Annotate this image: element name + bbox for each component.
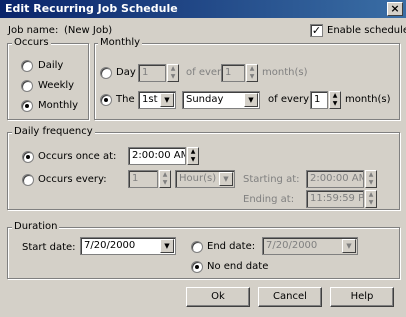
occurs-daily-label: Daily — [38, 60, 64, 71]
monthly-the-months-value[interactable]: 1 — [310, 91, 328, 109]
close-button[interactable]: × — [387, 2, 403, 16]
occurs-every-spinner[interactable]: ▲ ▼ — [159, 170, 171, 188]
monthly-day-months-value[interactable]: 1 — [221, 64, 245, 82]
chevron-down-icon[interactable]: ▼ — [342, 239, 356, 253]
occurs-every-value[interactable]: 1 — [128, 170, 158, 188]
ending-at-spinner[interactable]: ▲ ▼ — [365, 190, 377, 208]
end-date-value: 7/20/2000 — [266, 240, 318, 251]
chevron-down-icon[interactable]: ▼ — [160, 239, 174, 253]
monthly-weekday-value: Sunday — [186, 94, 224, 105]
occurs-group-label: Occurs — [12, 37, 51, 48]
chevron-down-icon[interactable]: ▼ — [219, 172, 233, 186]
monthly-ordinal-value: 1st — [142, 94, 158, 105]
monthly-day-spinner[interactable]: ▲ ▼ — [167, 64, 179, 82]
monthly-day-radio[interactable] — [100, 67, 112, 79]
occurs-daily-radio[interactable] — [21, 60, 33, 72]
end-date-select[interactable]: 7/20/2000 ▼ — [262, 237, 358, 255]
starting-at-label: Starting at: — [243, 174, 300, 185]
no-end-date-radio[interactable] — [191, 261, 203, 273]
occurs-once-label: Occurs once at: — [38, 151, 117, 162]
starting-at-field[interactable]: 2:00:00 AM — [306, 170, 364, 188]
monthly-day-months-spinner[interactable]: ▲ ▼ — [246, 64, 258, 82]
chevron-down-icon[interactable]: ▼ — [244, 93, 258, 107]
ending-at-label: Ending at: — [243, 194, 295, 205]
monthly-day-label: Day — [116, 67, 136, 78]
title-bar: Edit Recurring Job Schedule — [0, 0, 406, 18]
occurs-once-radio[interactable] — [22, 151, 34, 163]
starting-at-spinner[interactable]: ▲ ▼ — [365, 170, 377, 188]
monthly-the-months-spinner[interactable]: ▲ ▼ — [329, 91, 341, 109]
duration-group-label: Duration — [12, 221, 60, 232]
monthly-the-of-every-label: of every — [268, 94, 310, 105]
daily-frequency-group-label: Daily frequency — [12, 126, 95, 137]
end-date-radio[interactable] — [191, 241, 203, 253]
occurs-every-radio[interactable] — [22, 174, 34, 186]
monthly-day-value[interactable]: 1 — [138, 64, 166, 82]
ok-button[interactable]: Ok — [186, 287, 250, 307]
occurs-every-unit-select[interactable]: Hour(s) ▼ — [175, 170, 235, 188]
start-date-select[interactable]: 7/20/2000 ▼ — [80, 237, 176, 255]
ending-at-field[interactable]: 11:59:59 PM — [306, 190, 364, 208]
help-button[interactable]: Help — [330, 287, 394, 307]
job-name-value: (New Job) — [64, 25, 113, 36]
end-date-label: End date: — [207, 241, 256, 252]
monthly-group-label: Monthly — [98, 37, 143, 48]
start-date-label: Start date: — [22, 242, 76, 253]
occurs-once-time-field[interactable]: 2:00:00 AM — [128, 147, 186, 165]
job-name-label: Job name: — [8, 25, 59, 36]
occurs-monthly-label: Monthly — [38, 100, 79, 111]
start-date-value: 7/20/2000 — [84, 240, 136, 251]
no-end-date-label: No end date — [207, 261, 269, 272]
occurs-monthly-radio[interactable] — [21, 100, 33, 112]
monthly-day-months-label: month(s) — [262, 67, 308, 78]
enable-schedule-checkbox[interactable]: ✓ — [310, 24, 323, 37]
window-title: Edit Recurring Job Schedule — [5, 2, 178, 15]
monthly-ordinal-select[interactable]: 1st ▼ — [138, 91, 176, 109]
enable-schedule-label: Enable schedule — [327, 25, 406, 36]
monthly-the-label: The — [116, 94, 135, 105]
occurs-weekly-radio[interactable] — [21, 80, 33, 92]
occurs-weekly-label: Weekly — [38, 80, 75, 91]
occurs-every-label: Occurs every: — [38, 174, 107, 185]
monthly-the-months-label: month(s) — [345, 94, 391, 105]
cancel-button[interactable]: Cancel — [258, 287, 322, 307]
occurs-once-time-spinner[interactable]: ▲ ▼ — [187, 147, 199, 165]
monthly-the-radio[interactable] — [100, 94, 112, 106]
occurs-every-unit-value: Hour(s) — [179, 173, 217, 184]
monthly-weekday-select[interactable]: Sunday ▼ — [182, 91, 260, 109]
chevron-down-icon[interactable]: ▼ — [160, 93, 174, 107]
